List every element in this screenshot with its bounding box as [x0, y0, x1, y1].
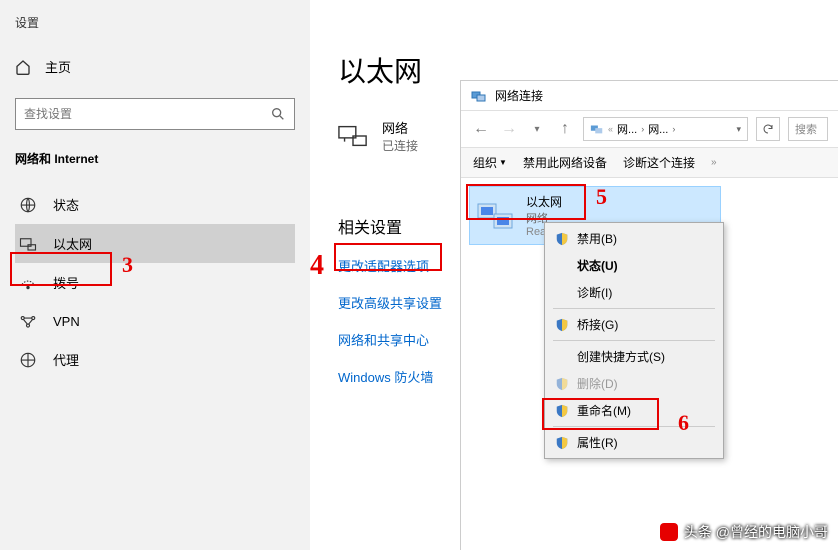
ctx-diagnose[interactable]: 诊断(I)	[547, 279, 721, 306]
search-field[interactable]: 搜索	[788, 117, 828, 141]
folder-icon	[590, 122, 604, 136]
separator	[553, 308, 715, 309]
watermark-text: 头条 @曾经的电脑小哥	[684, 522, 828, 542]
command-bar: 组织 ▼ 禁用此网络设备 诊断这个连接 »	[461, 147, 838, 178]
shield-icon	[555, 404, 569, 418]
organize-menu[interactable]: 组织 ▼	[473, 154, 507, 171]
shield-icon	[555, 318, 569, 332]
window-titlebar: 网络连接	[461, 81, 838, 110]
ctx-bridge[interactable]: 桥接(G)	[547, 311, 721, 338]
network-icon	[338, 124, 368, 148]
nav-label: 以太网	[53, 234, 92, 253]
watermark: 头条 @曾经的电脑小哥	[660, 522, 828, 542]
back-button[interactable]: ←	[471, 119, 491, 139]
watermark-icon	[660, 523, 678, 541]
search-input[interactable]	[24, 107, 270, 121]
nav-vpn[interactable]: VPN	[15, 302, 295, 340]
nav-status[interactable]: 状态	[15, 185, 295, 224]
window-title-text: 网络连接	[495, 87, 543, 104]
ctx-rename[interactable]: 重命名(M)	[547, 397, 721, 424]
network-window-icon	[471, 88, 487, 104]
dropdown-history[interactable]: ▾	[527, 119, 547, 139]
refresh-button[interactable]	[756, 117, 780, 141]
home-nav[interactable]: 主页	[15, 49, 295, 84]
settings-sidebar: 设置 主页 网络和 Internet 状态 以太网 拨号 VPN 代理	[0, 0, 310, 550]
annotation-4: 4	[310, 250, 324, 282]
network-connected: 已连接	[382, 137, 418, 154]
context-menu: 禁用(B) 状态(U) 诊断(I) 桥接(G) 创建快捷方式(S) 删除(D) …	[544, 222, 724, 459]
ctx-delete: 删除(D)	[547, 370, 721, 397]
search-input-container[interactable]	[15, 98, 295, 130]
home-label: 主页	[45, 57, 71, 76]
breadcrumb[interactable]: « 网... › 网... › ▾	[583, 117, 748, 141]
vpn-icon	[19, 312, 37, 330]
nav-label: 状态	[53, 195, 79, 214]
ctx-properties[interactable]: 属性(R)	[547, 429, 721, 456]
forward-button[interactable]: →	[499, 119, 519, 139]
ctx-status[interactable]: 状态(U)	[547, 252, 721, 279]
explorer-toolbar: ← → ▾ ↑ « 网... › 网... › ▾ 搜索	[461, 110, 838, 147]
nav-label: VPN	[53, 314, 80, 329]
crumb-1[interactable]: 网...	[617, 121, 637, 137]
nav-proxy[interactable]: 代理	[15, 340, 295, 379]
dialup-icon	[19, 274, 37, 292]
shield-icon	[555, 232, 569, 246]
adapter-name: 以太网	[526, 193, 562, 210]
proxy-icon	[19, 351, 37, 369]
search-icon	[270, 106, 286, 122]
shield-icon	[555, 436, 569, 450]
disable-device-button[interactable]: 禁用此网络设备	[523, 154, 607, 171]
section-header: 网络和 Internet	[15, 150, 295, 167]
up-button[interactable]: ↑	[555, 119, 575, 139]
globe-icon	[19, 196, 37, 214]
nav-ethernet[interactable]: 以太网	[15, 224, 295, 263]
ethernet-icon	[19, 235, 37, 253]
diagnose-button[interactable]: 诊断这个连接	[623, 154, 695, 171]
nav-dialup[interactable]: 拨号	[15, 263, 295, 302]
settings-title: 设置	[15, 14, 295, 31]
ctx-disable[interactable]: 禁用(B)	[547, 225, 721, 252]
separator	[553, 340, 715, 341]
home-icon	[15, 59, 31, 75]
network-name: 网络	[382, 118, 418, 137]
shield-icon	[555, 377, 569, 391]
nav-label: 拨号	[53, 273, 79, 292]
ctx-shortcut[interactable]: 创建快捷方式(S)	[547, 343, 721, 370]
crumb-2[interactable]: 网...	[648, 121, 668, 137]
nav-label: 代理	[53, 350, 79, 369]
separator	[553, 426, 715, 427]
refresh-icon	[762, 123, 774, 135]
adapter-icon	[476, 198, 516, 234]
